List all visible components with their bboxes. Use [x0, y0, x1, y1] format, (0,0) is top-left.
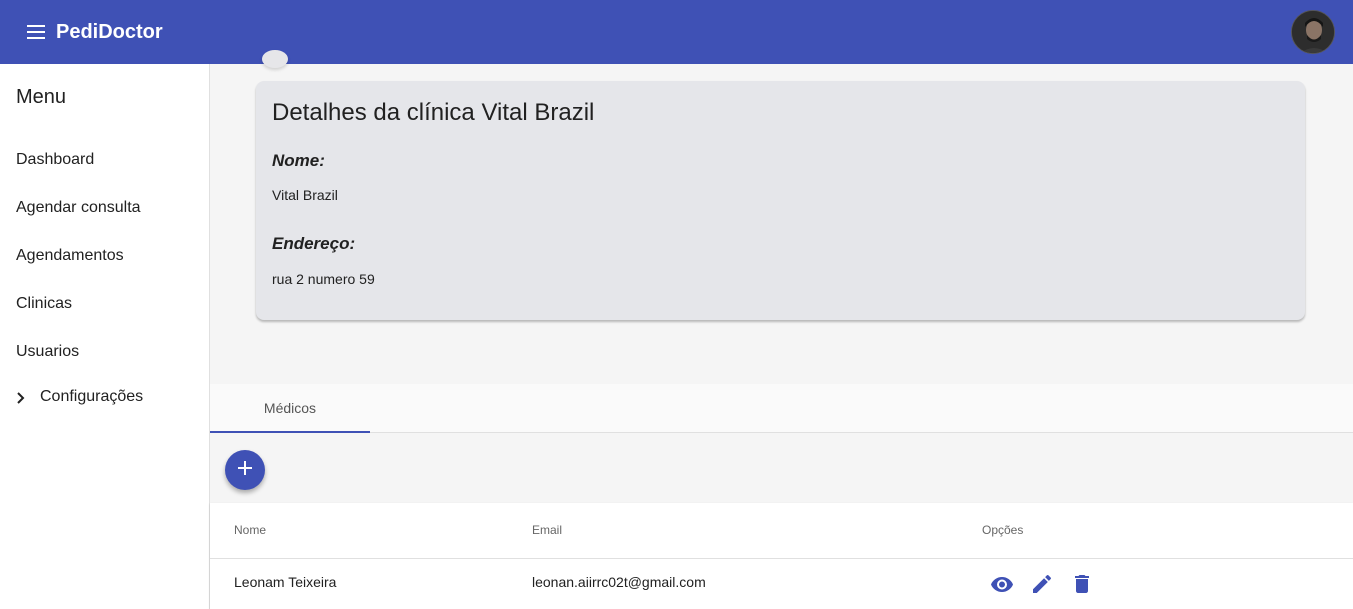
- app-title: PediDoctor: [56, 20, 163, 43]
- add-doctor-button[interactable]: [225, 450, 265, 490]
- user-avatar[interactable]: [1291, 10, 1335, 54]
- sidebar-heading: Menu: [16, 86, 67, 108]
- active-tab-indicator: [210, 431, 370, 433]
- doctors-table: Nome Email Opções Leonam Teixeira leonan…: [210, 503, 1353, 609]
- plus-icon: [237, 460, 253, 481]
- sidebar-item-agendamentos[interactable]: Agendamentos: [16, 247, 124, 265]
- hamburger-menu-icon[interactable]: [24, 20, 48, 44]
- pencil-icon[interactable]: [1030, 572, 1054, 596]
- sidebar-item-clinicas[interactable]: Clinicas: [16, 295, 72, 313]
- card-title: Detalhes da clínica Vital Brazil: [272, 99, 595, 126]
- sidebar-item-usuarios[interactable]: Usuarios: [16, 343, 79, 361]
- main-content: Detalhes da clínica Vital Brazil Nome: V…: [210, 50, 1353, 609]
- sidebar-item-configuracoes[interactable]: Configurações: [40, 388, 143, 406]
- tab-medicos[interactable]: Médicos: [210, 384, 370, 433]
- sidebar-item-agendar-consulta[interactable]: Agendar consulta: [16, 199, 141, 217]
- clinic-details-card: Detalhes da clínica Vital Brazil Nome: V…: [256, 81, 1305, 320]
- eye-icon[interactable]: [990, 572, 1014, 596]
- address-label: Endereço:: [272, 234, 356, 253]
- trash-icon[interactable]: [1070, 572, 1094, 596]
- tab-label: Médicos: [263, 400, 317, 416]
- sidebar-item-dashboard[interactable]: Dashboard: [16, 151, 94, 169]
- name-label: Nome:: [272, 151, 325, 170]
- tabs-bar: Médicos: [210, 384, 1353, 433]
- name-value: Vital Brazil: [272, 187, 338, 203]
- cell-nome: Leonam Teixeira: [234, 574, 337, 590]
- column-header-nome[interactable]: Nome: [234, 523, 266, 537]
- chevron-right-icon[interactable]: [14, 391, 28, 405]
- back-button-partial[interactable]: [262, 50, 288, 68]
- sidebar: Menu Dashboard Agendar consulta Agendame…: [0, 64, 210, 609]
- column-header-email[interactable]: Email: [532, 523, 562, 537]
- column-header-opcoes: Opções: [982, 523, 1024, 537]
- cell-email: leonan.aiirrc02t@gmail.com: [532, 574, 706, 590]
- top-toolbar: PediDoctor: [0, 0, 1353, 64]
- address-value: rua 2 numero 59: [272, 271, 375, 287]
- header-divider: [210, 558, 1353, 559]
